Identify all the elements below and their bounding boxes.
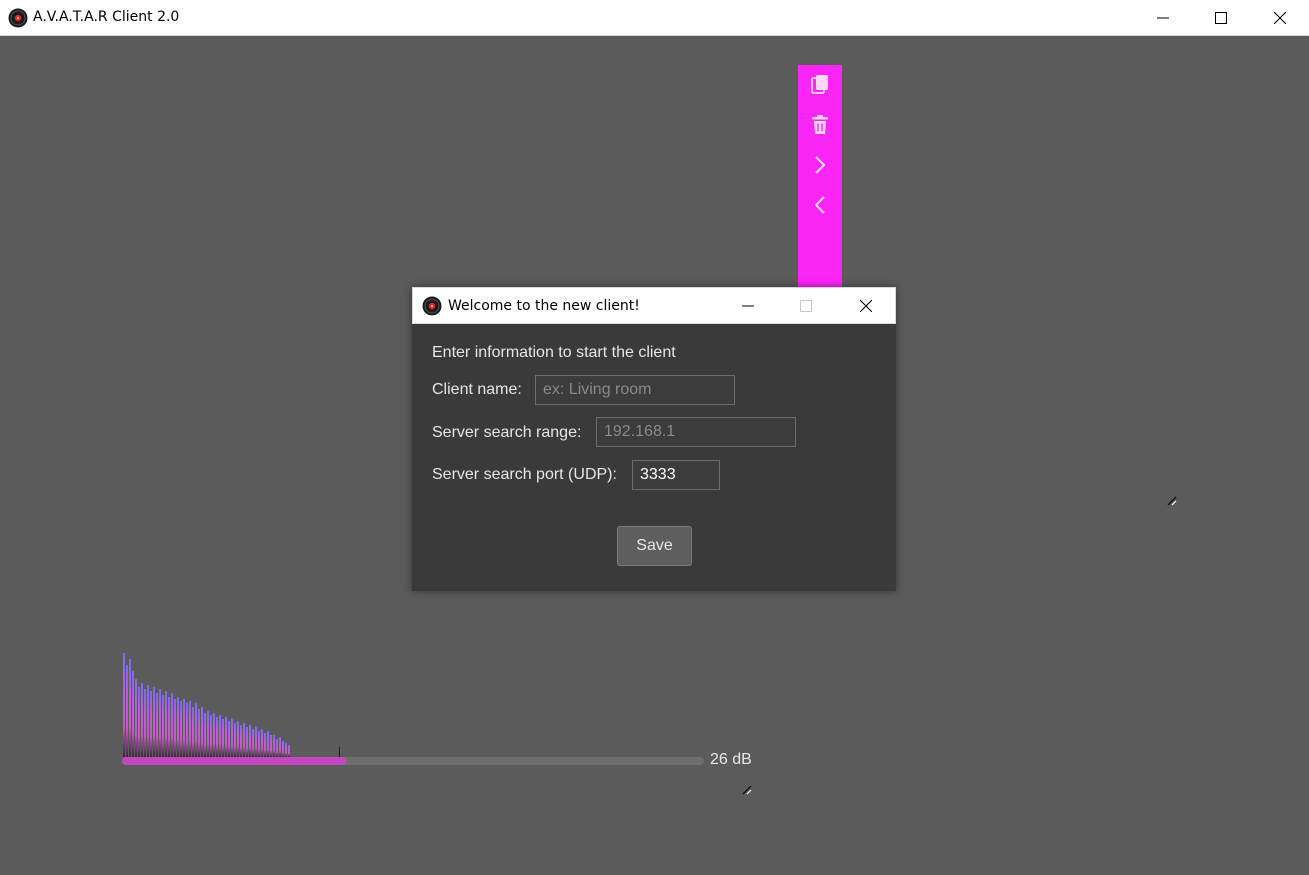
spectrum-bar xyxy=(183,699,185,757)
spectrum-bar xyxy=(285,743,287,757)
trash-icon xyxy=(812,115,828,134)
spectrum-bar xyxy=(168,697,170,757)
audio-level-meter xyxy=(122,757,704,765)
spectrum-bar xyxy=(261,729,263,757)
spectrum-bar xyxy=(279,737,281,757)
spectrum-bar xyxy=(171,693,173,757)
spectrum-bar xyxy=(132,671,134,757)
spectrum-bar xyxy=(216,717,218,757)
server-search-range-label: Server search range: xyxy=(432,424,582,441)
spectrum-bar xyxy=(255,727,257,757)
save-button[interactable]: Save xyxy=(617,526,692,566)
spectrum-bar xyxy=(138,687,140,757)
spectrum-bar xyxy=(186,703,188,757)
spectrum-bar xyxy=(231,719,233,757)
spectrum-bar xyxy=(153,687,155,757)
server-search-port-label: Server search port (UDP): xyxy=(432,466,617,483)
close-icon xyxy=(1274,11,1286,24)
spectrum-bar xyxy=(210,715,212,757)
chevron-right-icon xyxy=(815,156,826,174)
spectrum-bar xyxy=(204,713,206,757)
spectrum-bar xyxy=(174,699,176,757)
spectrum-bar xyxy=(222,719,224,757)
spectrum-bar xyxy=(126,665,128,757)
spectrum-bar xyxy=(270,735,272,757)
spectrum-bar xyxy=(150,691,152,757)
minimize-button[interactable] xyxy=(1134,0,1192,35)
spectrum-bar xyxy=(228,721,230,757)
previous-button[interactable] xyxy=(798,185,842,225)
spectrum-bar xyxy=(240,725,242,757)
copy-icon xyxy=(811,75,828,94)
spectrum-bar xyxy=(135,679,137,757)
spectrum-bar xyxy=(201,707,203,757)
copy-button[interactable] xyxy=(798,65,842,105)
welcome-dialog: Welcome to the new client! Enter informa… xyxy=(412,287,896,591)
spectrum-bar xyxy=(156,693,158,757)
spectrum-bar xyxy=(192,707,194,757)
spectrum-bar xyxy=(165,691,167,757)
client-name-input[interactable] xyxy=(535,375,735,405)
main-titlebar: A.V.A.T.A.R Client 2.0 xyxy=(0,0,1309,36)
spectrum-bar xyxy=(207,711,209,757)
spectrum-bar xyxy=(225,717,227,757)
close-button[interactable] xyxy=(1251,0,1309,35)
app-title: A.V.A.T.A.R Client 2.0 xyxy=(33,9,180,25)
server-search-port-input[interactable] xyxy=(632,460,720,490)
server-search-range-input[interactable] xyxy=(596,417,796,447)
spectrum-bar xyxy=(180,701,182,757)
dialog-title: Welcome to the new client! xyxy=(448,298,640,314)
audio-level-fill xyxy=(122,757,347,765)
minimize-icon xyxy=(1157,17,1169,18)
spectrum-bar xyxy=(234,723,236,757)
spectrum-bar xyxy=(195,703,197,757)
spectrum-bar xyxy=(243,723,245,757)
spectrum-bar xyxy=(177,697,179,757)
resize-grip-icon[interactable] xyxy=(741,784,753,796)
chevron-left-icon xyxy=(814,196,825,214)
peak-marker xyxy=(339,747,340,757)
dialog-titlebar: Welcome to the new client! xyxy=(412,287,896,324)
delete-button[interactable] xyxy=(798,105,842,145)
spectrum-bar xyxy=(252,729,254,757)
dialog-heading: Enter information to start the client xyxy=(432,344,676,361)
spectrum-bar xyxy=(249,725,251,757)
spectrum-bar xyxy=(276,739,278,757)
close-icon xyxy=(860,300,872,312)
spectrum-bar xyxy=(258,731,260,757)
side-toolbar xyxy=(798,65,842,287)
spectrum-bar xyxy=(129,659,131,757)
audio-spectrum xyxy=(123,653,340,757)
spectrum-bar xyxy=(282,741,284,757)
spectrum-bar xyxy=(267,731,269,757)
spectrum-bar xyxy=(237,721,239,757)
dialog-maximize-button[interactable] xyxy=(777,288,835,324)
spectrum-bar xyxy=(144,689,146,757)
spectrum-bar xyxy=(189,701,191,757)
spectrum-bar xyxy=(273,735,275,757)
app-logo-icon xyxy=(422,296,442,316)
maximize-button[interactable] xyxy=(1192,0,1250,35)
minimize-icon xyxy=(742,305,754,307)
maximize-icon xyxy=(800,300,812,312)
client-name-label: Client name: xyxy=(432,381,522,398)
spectrum-bar xyxy=(198,709,200,757)
dialog-close-button[interactable] xyxy=(837,288,895,324)
audio-level-db: 26 dB xyxy=(710,751,752,768)
spectrum-bar xyxy=(123,653,125,757)
spectrum-bar xyxy=(159,689,161,757)
spectrum-bar xyxy=(219,715,221,757)
spectrum-bar xyxy=(141,683,143,757)
spectrum-bar xyxy=(246,727,248,757)
dialog-minimize-button[interactable] xyxy=(719,288,777,324)
app-logo-icon xyxy=(8,8,28,28)
resize-grip-icon[interactable] xyxy=(1166,495,1178,507)
spectrum-bar xyxy=(162,695,164,757)
spectrum-bar xyxy=(213,713,215,757)
spectrum-bar xyxy=(147,685,149,757)
maximize-icon xyxy=(1215,11,1227,24)
next-button[interactable] xyxy=(798,145,842,185)
spectrum-bar xyxy=(264,733,266,757)
spectrum-bar xyxy=(288,745,290,757)
